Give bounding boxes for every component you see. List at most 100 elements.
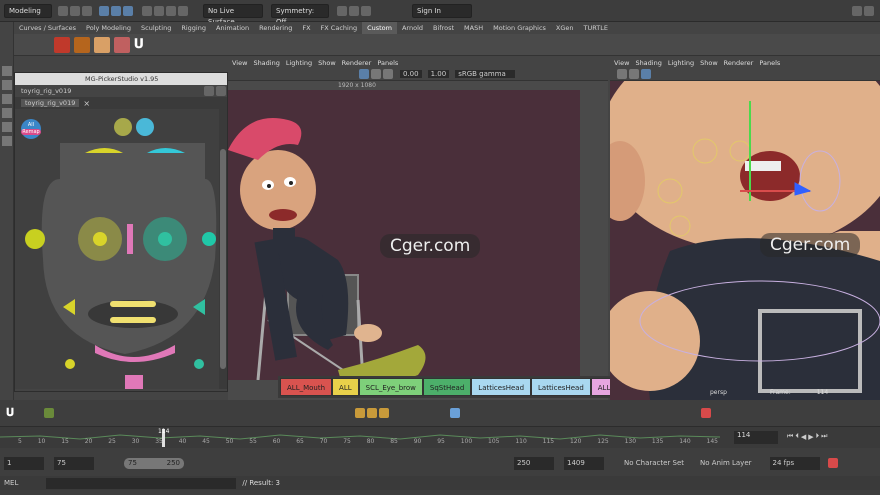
viewport-menu-show[interactable]: Show <box>700 59 718 67</box>
pick-set-button[interactable]: LatticesHead <box>471 378 532 396</box>
pick-set-button[interactable]: ALL <box>332 378 359 396</box>
live-surface-field[interactable]: No Live Surface <box>203 3 263 26</box>
anim-layer-select[interactable]: No Anim Layer <box>700 459 751 467</box>
move-tool-icon[interactable] <box>2 108 12 118</box>
face-tool-icon[interactable] <box>74 36 90 53</box>
viewport-menu-shading[interactable]: Shading <box>635 59 661 67</box>
auto-key-icon[interactable] <box>827 458 838 468</box>
ipr-render-icon[interactable] <box>349 5 359 16</box>
pick-set-button[interactable]: ALL_Mouth <box>280 378 333 396</box>
tangent-icon[interactable] <box>367 408 378 418</box>
shelf-tab[interactable]: Arnold <box>397 22 428 34</box>
menu-set-select[interactable]: Modeling <box>4 3 52 18</box>
shelf-tab[interactable]: FX Caching <box>316 22 363 34</box>
color-space-select[interactable]: sRGB gamma <box>455 70 516 78</box>
go-to-end-icon[interactable]: ⏭ <box>821 432 827 441</box>
gamma-field[interactable]: 1.00 <box>427 70 450 78</box>
shelf-tab[interactable]: Rendering <box>254 22 297 34</box>
exposure-field[interactable]: 0.00 <box>400 70 422 78</box>
face-tool-icon[interactable] <box>54 36 70 53</box>
picker-launcher-icon[interactable]: 𝐔 <box>6 406 14 420</box>
viewport-menu-panels[interactable]: Panels <box>759 59 780 67</box>
lasso-tool-icon[interactable] <box>2 80 12 90</box>
play-forward-icon[interactable]: ▶ <box>808 433 813 441</box>
viewport-menu-view[interactable]: View <box>614 59 629 67</box>
viewport-menu-view[interactable]: View <box>232 59 247 67</box>
graph-editor-icon[interactable] <box>450 408 461 418</box>
shelf-tab[interactable]: Animation <box>211 22 254 34</box>
close-tab-icon[interactable]: × <box>83 99 90 108</box>
picker-refresh-icon[interactable] <box>216 86 226 96</box>
viewport-main[interactable]: View Shading Lighting Show Renderer Pane… <box>228 58 679 400</box>
time-slider[interactable]: 5 10 15 20 25 30 35 40 45 50 55 60 65 70… <box>0 426 880 448</box>
animation-start-field[interactable]: 1 <box>4 456 44 470</box>
shelf-tab[interactable]: Poly Modeling <box>81 22 136 34</box>
viewport-persp[interactable]: View Shading Lighting Show Renderer Pane… <box>610 58 880 400</box>
pick-set-button[interactable]: SCL_Eye_brow <box>358 378 423 396</box>
modeling-toolkit-icon[interactable] <box>852 5 862 16</box>
playback-start-field[interactable]: 75 <box>54 456 94 470</box>
camera-icon[interactable] <box>617 69 627 79</box>
character-set-select[interactable]: No Character Set <box>624 459 684 467</box>
shelf-tab-active[interactable]: Custom <box>362 22 397 34</box>
snap-grid-icon[interactable] <box>142 5 152 16</box>
tangent-icon[interactable] <box>355 408 366 418</box>
command-input[interactable] <box>46 477 237 489</box>
viewport-menu-show[interactable]: Show <box>318 59 336 67</box>
select-by-object-icon[interactable] <box>111 5 121 16</box>
viewport-menu-shading[interactable]: Shading <box>253 59 279 67</box>
camera-icon[interactable] <box>359 69 369 79</box>
range-slider[interactable]: 75 250 <box>124 457 184 469</box>
animation-end-field[interactable]: 1409 <box>564 456 604 470</box>
picker-scrollbar[interactable] <box>219 109 227 389</box>
shelf-tab[interactable]: FX <box>297 22 315 34</box>
playback-end-field[interactable]: 250 <box>514 456 554 470</box>
grid-icon[interactable] <box>629 69 639 79</box>
snap-plane-icon[interactable] <box>178 5 188 16</box>
picker-settings-icon[interactable] <box>204 86 214 96</box>
current-frame-field[interactable]: 114 <box>734 431 778 444</box>
character-tool-icon[interactable] <box>94 36 110 53</box>
sign-in-button[interactable]: Sign In <box>412 3 472 18</box>
pick-set-button[interactable]: LatticesHead <box>531 378 591 396</box>
snap-curve-icon[interactable] <box>154 5 164 16</box>
picker-tab[interactable]: toyrig_rig_v019 <box>21 99 80 107</box>
step-back-icon[interactable]: ⏴ <box>795 432 799 441</box>
picker-canvas[interactable]: All Remap <box>15 109 219 389</box>
shelf-tab[interactable]: Rigging <box>176 22 211 34</box>
pick-set-button[interactable]: SqStHead <box>422 378 472 396</box>
open-scene-icon[interactable] <box>70 5 80 16</box>
shelf-tab[interactable]: Curves / Surfaces <box>14 22 81 34</box>
rotate-tool-icon[interactable] <box>2 122 12 132</box>
shading-icon[interactable] <box>641 69 651 79</box>
shelf-tab[interactable]: Sculpting <box>136 22 176 34</box>
smooth-shade-icon[interactable] <box>383 69 393 79</box>
wireframe-icon[interactable] <box>371 69 381 79</box>
shelf-tab[interactable]: Motion Graphics <box>488 22 551 34</box>
fps-select[interactable]: 24 fps <box>769 456 820 470</box>
viewport-menu-renderer[interactable]: Renderer <box>342 59 372 67</box>
new-scene-icon[interactable] <box>58 5 68 16</box>
shelf-tab[interactable]: TURTLE <box>579 22 613 34</box>
viewport-menu-lighting[interactable]: Lighting <box>286 59 312 67</box>
rig-name[interactable]: toyrig_rig_v019 <box>21 87 71 95</box>
shelf-tab[interactable]: XGen <box>551 22 579 34</box>
render-settings-icon[interactable] <box>361 5 371 16</box>
shelf-tab[interactable]: Bifrost <box>428 22 459 34</box>
select-by-component-icon[interactable] <box>123 5 133 16</box>
step-forward-icon[interactable]: ⏵ <box>816 432 820 441</box>
select-tool-icon[interactable] <box>2 66 12 76</box>
viewport-menu-panels[interactable]: Panels <box>377 59 398 67</box>
picker-title-bar[interactable]: MG-PickerStudio v1.95 <box>15 73 227 85</box>
play-back-icon[interactable]: ◀ <box>801 433 806 441</box>
character-tool-icon[interactable] <box>114 36 130 53</box>
command-language[interactable]: MEL <box>4 479 18 487</box>
snap-point-icon[interactable] <box>166 5 176 16</box>
symmetry-select[interactable]: Symmetry: Off <box>271 3 329 26</box>
viewport-menu-renderer[interactable]: Renderer <box>724 59 754 67</box>
viewport-menu-lighting[interactable]: Lighting <box>668 59 694 67</box>
key-tool-icon[interactable] <box>44 408 55 418</box>
tangent-icon[interactable] <box>379 408 390 418</box>
go-to-start-icon[interactable]: ⏮ <box>787 432 793 441</box>
attribute-editor-icon[interactable] <box>864 5 874 16</box>
